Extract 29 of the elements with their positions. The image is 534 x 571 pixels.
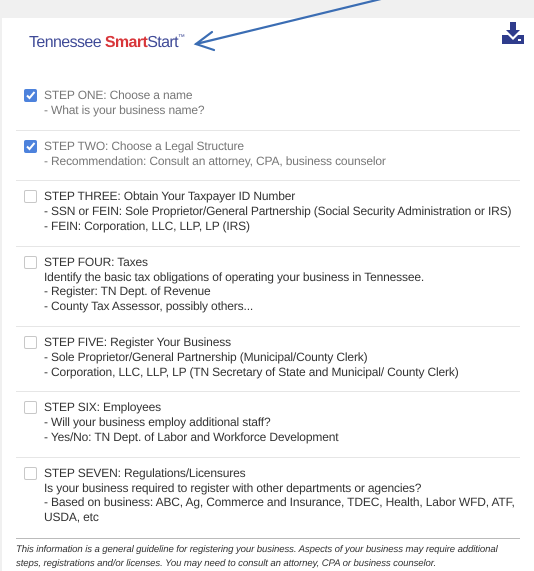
disclaimer: This information is a general guideline for registering your business. Aspects of your business may require additional steps, registrations and/or licenses. You may need to consult an attorney, CPA or business counselor. — [15, 543, 499, 571]
step-title: STEP FOUR: Taxes — [44, 254, 149, 270]
checkbox[interactable] — [24, 256, 37, 269]
step-detail: Is your business required to register with other departments or agencies? — [44, 480, 422, 496]
step-title: STEP TWO: Choose a Legal Structure — [44, 138, 245, 154]
step-detail: - What is your business name? — [44, 103, 204, 118]
step-detail: - Recommendation: Consult an attorney, CPA, business counselor — [44, 154, 386, 168]
checkbox[interactable] — [24, 140, 37, 153]
step-title: STEP SEVEN: Regulations/Licensures — [44, 466, 246, 481]
checkbox[interactable] — [24, 336, 37, 350]
step-detail: - Yes/No: TN Dept. of Labor and Workforce Development — [44, 430, 338, 445]
step-detail: - County Tax Assessor, possibly others... — [44, 299, 254, 314]
step-detail: - Sole Proprietor/General Partnership (Municipal/County Clerk) — [44, 350, 369, 365]
checkbox[interactable] — [24, 401, 37, 414]
checkbox[interactable] — [24, 466, 37, 480]
step-title: STEP ONE: Choose a name — [44, 88, 194, 104]
step-title: STEP SIX: Employees — [44, 400, 162, 416]
step-title: STEP THREE: Obtain Your Taxpayer ID Number — [44, 189, 296, 204]
download-icon[interactable] — [502, 22, 524, 44]
step-detail: - FEIN: Corporation, LLC, LLP, LP (IRS) — [44, 219, 251, 234]
step-title: STEP FIVE: Register Your Business — [44, 335, 232, 350]
step-detail: - Corporation, LLC, LLP, LP (TN Secretary of State and Municipal/ County Clerk) — [44, 364, 459, 380]
step-detail: - Based on business: ABC, Ag, Commerce and Insurance, TDEC, Health, Labor WFD, ATF, USDA, etc — [44, 495, 516, 525]
checkbox[interactable] — [24, 89, 37, 102]
step-detail: - Will your business employ additional staff? — [44, 415, 272, 430]
step-detail: - Register: TN Dept. of Revenue — [44, 284, 212, 300]
step-detail: Identify the basic tax obligations of operating your business in Tennessee. — [44, 270, 424, 284]
step-detail: - SSN or FEIN: Sole Proprietor/General Partnership (Social Security Administration or IRS) — [44, 204, 512, 220]
checkbox[interactable] — [24, 190, 37, 204]
